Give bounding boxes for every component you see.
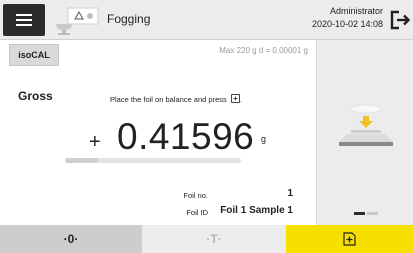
confirm-button[interactable]: [286, 225, 413, 253]
weight-sign: +: [89, 131, 101, 153]
tare-button[interactable]: ·T·: [142, 225, 286, 253]
bottom-action-bar: ·0· ·T·: [0, 225, 413, 253]
instruction-period: .: [239, 95, 242, 104]
weighing-range-bar: [65, 158, 241, 163]
iscal-button[interactable]: isoCAL: [9, 44, 59, 66]
user-name: Administrator: [329, 6, 383, 16]
balance-delta-icon: [56, 7, 99, 35]
weight-mode-label: Gross: [18, 89, 53, 103]
date-time: 2020-10-02 14:08: [311, 19, 383, 29]
instruction-label: Place the foil on balance and press: [110, 95, 227, 104]
zero-button[interactable]: ·0·: [0, 225, 142, 253]
side-panel: [316, 40, 413, 225]
page-indicator-dot[interactable]: [367, 212, 378, 215]
page-indicator-dot-active[interactable]: [354, 212, 365, 215]
capacity-readout: Max 220 g d = 0.00001 g: [219, 46, 308, 55]
weighing-range-fill: [65, 158, 99, 163]
hamburger-menu-icon: [16, 14, 32, 16]
instruction-text: Place the foil on balance and press .: [110, 94, 242, 104]
logout-icon[interactable]: [389, 9, 411, 31]
page-indicator: [354, 212, 378, 216]
weighing-panel: isoCAL Max 220 g d = 0.00001 g Gross Pla…: [0, 40, 316, 225]
foil-no-label: Foil no.: [183, 191, 208, 200]
foil-id-value: Foil 1 Sample 1: [220, 205, 293, 216]
hamburger-menu-icon-line: [16, 24, 32, 26]
top-bar: Fogging Administrator 2020-10-02 14:08: [0, 0, 413, 40]
menu-button[interactable]: [3, 4, 45, 36]
confirm-key-icon: [343, 232, 356, 246]
app-title: Fogging: [107, 12, 151, 26]
confirm-key-icon: [230, 94, 240, 103]
hamburger-menu-icon-line: [16, 19, 32, 21]
foil-id-label: Foil ID: [186, 208, 208, 217]
weight-unit: g: [261, 134, 267, 144]
foil-no-value: 1: [287, 188, 293, 199]
place-on-balance-icon: [339, 104, 393, 146]
weight-value: 0.41596: [117, 116, 255, 157]
